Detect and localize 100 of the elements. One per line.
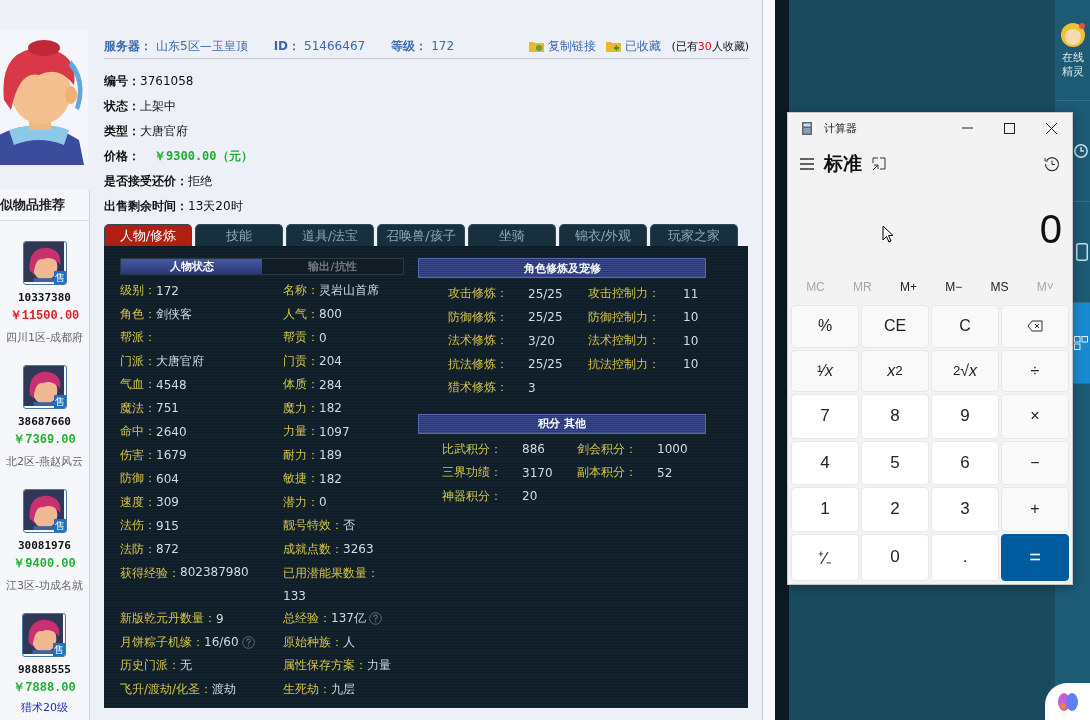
item-price: ￥7369.00 [13,432,76,448]
stat-label: 靓号特效： [283,517,343,535]
stat-label: 成就点数： [283,540,343,558]
history-icon[interactable] [1044,156,1060,172]
sub-tab[interactable]: 人物状态 [121,259,262,274]
help-icon[interactable] [368,612,382,626]
info-value: 大唐官府 [140,122,188,140]
tab[interactable]: 锦衣/外观 [559,224,647,246]
help-icon[interactable] [241,635,255,649]
stat-value: 1679 [156,448,187,463]
id-label: ID： [273,37,301,55]
item-number[interactable]: 98888555 [18,663,71,676]
key-button[interactable]: ⁺⁄₋ [791,533,859,581]
stat-label: 级别： [120,282,156,300]
stat-value: 25/25 [528,309,564,327]
key-button[interactable]: ¹⁄x [791,349,859,392]
stat-label: 命中： [120,423,156,441]
key-button[interactable]: 1 [791,487,859,532]
grid-icon[interactable] [1074,336,1088,350]
info-label: 是否接受还价： [104,172,188,190]
tab[interactable]: 坐骑 [468,224,556,246]
item-tag[interactable]: 猎术20级 [21,700,68,715]
item-number[interactable]: 10337380 [18,291,71,304]
key-button[interactable]: − [1001,440,1069,485]
stat-value: 无 [180,657,192,675]
key-button[interactable]: 4 [791,440,859,485]
item-number[interactable]: 30081976 [18,539,71,552]
item-price: ￥11500.00 [9,308,80,324]
info-value: 13天20时 [188,197,243,215]
item-number[interactable]: 38687660 [18,415,71,428]
key-button[interactable]: 6 [931,440,999,485]
stat-value: 16/60 [204,635,239,650]
level-label: 等级： [391,37,428,55]
stat-value: 0 [319,495,327,510]
tab[interactable]: 玩家之家 [650,224,738,246]
key-button[interactable]: 8 [861,394,929,439]
favorited-link[interactable]: 已收藏 [625,37,662,55]
stat-label: 魔力： [283,399,319,417]
stat-label: 副本积分： [577,464,638,482]
key-button[interactable]: 5 [861,440,929,485]
tab[interactable]: 人物/修炼 [104,224,192,246]
memory-button[interactable]: MS [986,278,1013,296]
stat-label: 伤害： [120,446,156,464]
stat-label: 防御： [120,470,156,488]
backspace-button[interactable] [1001,305,1069,348]
stat-label: 法术控制力： [588,332,661,350]
key-button[interactable]: CE [861,305,929,348]
key-button[interactable]: 2 [861,487,929,532]
stat-label: 敏捷： [283,470,319,488]
stat-label: 帮派： [120,329,156,347]
key-button[interactable]: + [1001,487,1069,532]
stat-label: 三界功绩： [442,464,503,482]
stat-label: 原始种族： [283,633,343,651]
section-header: 积分 其他 [418,413,706,434]
tab[interactable]: 道具/法宝 [286,224,374,246]
stat-label: 已用潜能果数量： [283,564,379,582]
stat-value: 52 [657,464,674,482]
stat-value: 0 [319,330,327,345]
stat-value: 九层 [331,680,355,698]
stat-label: 名称： [283,282,319,300]
key-button[interactable]: 9 [931,394,999,439]
menu-icon[interactable] [800,158,814,170]
key-button[interactable]: ÷ [1001,349,1069,392]
copy-link[interactable]: 复制链接 [548,37,597,55]
stat-value: 182 [319,471,342,486]
stat-value: 10 [683,332,700,350]
brain-icon[interactable] [1057,691,1079,713]
stat-value: 否 [343,517,355,535]
stat-value: 3263 [343,542,374,557]
side-button[interactable]: 在线精灵 [1055,0,1090,101]
stat-value: 182 [319,401,342,416]
key-button[interactable]: 3 [931,487,999,532]
mode-title: 标准 [824,151,862,176]
memory-button[interactable]: M+ [896,278,921,296]
equals-button[interactable]: = [1001,533,1069,581]
info-value: ￥9300.00（元） [154,147,253,165]
tab[interactable]: 技能 [195,224,283,246]
stat-value: 10 [683,309,700,327]
stat-value: 10 [683,356,700,374]
key-button[interactable]: . [931,533,999,581]
memory-button[interactable]: M− [941,278,967,296]
sub-tab[interactable]: 输出/抗性 [262,259,403,274]
tab[interactable]: 召唤兽/孩子 [377,224,465,246]
key-button[interactable]: 0 [861,533,929,581]
clock-icon[interactable] [1074,144,1088,158]
phone-icon[interactable] [1076,243,1088,261]
stat-label: 体质： [283,376,319,394]
avatar-icon [1059,22,1086,49]
keep-on-top-icon[interactable] [872,157,886,171]
calculator-icon [802,121,812,135]
stat-label: 速度： [120,493,156,511]
stat-value: 剑侠客 [156,305,192,323]
key-button[interactable]: × [1001,394,1069,439]
key-button[interactable]: 7 [791,394,859,439]
scrollbar[interactable] [762,0,776,720]
key-button[interactable]: C [931,305,999,348]
stat-value: 800 [319,307,342,322]
key-button[interactable]: % [791,305,859,348]
info-label: 编号： [104,72,140,90]
favorite-count: (已有30人收藏) [671,38,749,54]
